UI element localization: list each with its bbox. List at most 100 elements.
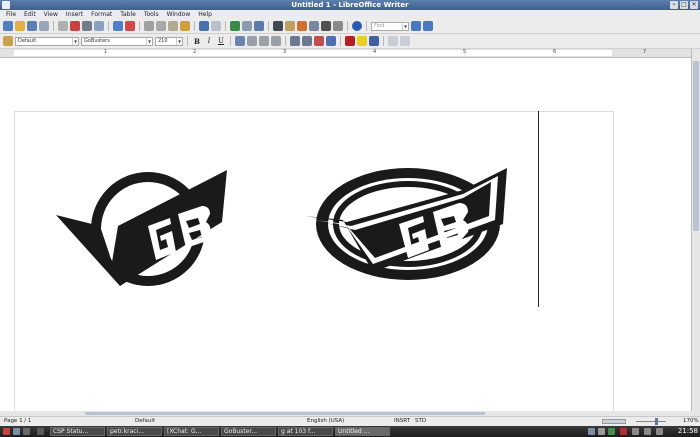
system-taskbar: CSP Statu... petr.kraci... [XChat: G... …	[0, 426, 700, 437]
vertical-scrollbar[interactable]	[691, 49, 700, 411]
menu-tools[interactable]: Tools	[140, 10, 163, 19]
save-icon[interactable]	[27, 21, 37, 31]
font-color-icon[interactable]	[345, 36, 355, 46]
menu-format[interactable]: Format	[87, 10, 116, 19]
zoom-slider[interactable]	[636, 421, 666, 422]
undo-icon[interactable]	[199, 21, 209, 31]
autospellcheck-icon[interactable]	[125, 21, 135, 31]
gobusters-logo-glyph	[56, 168, 230, 286]
cut-icon[interactable]	[144, 21, 154, 31]
view-layout-icon[interactable]	[602, 419, 626, 424]
close-button[interactable]: ✕	[690, 1, 698, 9]
workspace-icon[interactable]	[23, 428, 30, 435]
edit-file-icon[interactable]	[58, 21, 68, 31]
paragraph-ltr-icon[interactable]	[388, 36, 398, 46]
increase-indent-icon[interactable]	[326, 36, 336, 46]
clock[interactable]: 21:58	[678, 427, 698, 436]
menu-help[interactable]: Help	[194, 10, 216, 19]
battery-icon[interactable]	[608, 428, 615, 435]
selection-mode[interactable]: STD	[415, 417, 426, 426]
font-name-select[interactable]: GoBusters ▼	[81, 36, 153, 46]
send-email-icon[interactable]	[39, 21, 49, 31]
taskbar-task[interactable]: GoBuster...	[221, 427, 276, 436]
taskbar-task[interactable]: petr.kraci...	[107, 427, 162, 436]
bullets-icon[interactable]	[302, 36, 312, 46]
page-style[interactable]: Default	[135, 417, 155, 426]
find-next-icon[interactable]	[423, 21, 433, 31]
redo-icon[interactable]	[211, 21, 221, 31]
insert-mode[interactable]: INSRT	[394, 417, 410, 426]
document-canvas[interactable]	[0, 58, 691, 411]
navigator-icon[interactable]	[285, 21, 295, 31]
app-launcher-icon[interactable]	[3, 428, 10, 435]
table-icon[interactable]	[242, 21, 252, 31]
taskbar-task[interactable]: Untitled ...	[335, 427, 390, 436]
clone-formatting-icon[interactable]	[180, 21, 190, 31]
menu-file[interactable]: File	[2, 10, 20, 19]
minimize-button[interactable]: –	[670, 1, 678, 9]
taskbar-task[interactable]: [XChat: G...	[164, 427, 219, 436]
numbering-icon[interactable]	[290, 36, 300, 46]
open-folder-icon[interactable]	[15, 21, 25, 31]
export-pdf-icon[interactable]	[70, 21, 80, 31]
decrease-indent-icon[interactable]	[314, 36, 324, 46]
font-size-select[interactable]: 210 ▼	[155, 36, 183, 46]
formatting-marks-icon[interactable]	[321, 21, 331, 31]
align-right-icon[interactable]	[259, 36, 269, 46]
zoom-slider-handle[interactable]	[655, 418, 658, 425]
bold-button[interactable]: B	[192, 37, 202, 46]
zoom-icon[interactable]	[333, 21, 343, 31]
app-icon[interactable]	[2, 1, 10, 9]
hyperlink-icon[interactable]	[230, 21, 240, 31]
align-center-icon[interactable]	[247, 36, 257, 46]
maximize-button[interactable]: □	[680, 1, 688, 9]
menu-view[interactable]: View	[40, 10, 62, 19]
print-preview-icon[interactable]	[94, 21, 104, 31]
taskbar-task[interactable]: CSP Statu...	[50, 427, 105, 436]
title-bar: Untitled 1 - LibreOffice Writer – □ ✕	[0, 0, 700, 10]
align-left-icon[interactable]	[235, 36, 245, 46]
justify-icon[interactable]	[271, 36, 281, 46]
network-icon[interactable]	[588, 428, 595, 435]
ruler-mark: 4	[373, 49, 377, 55]
menu-window[interactable]: Window	[163, 10, 195, 19]
help-icon[interactable]	[352, 21, 362, 31]
text-language[interactable]: English (USA)	[307, 417, 344, 426]
new-document-icon[interactable]	[3, 21, 13, 31]
taskbar-task[interactable]: g at 103 f...	[278, 427, 333, 436]
volume-icon[interactable]	[598, 428, 605, 435]
background-color-icon[interactable]	[369, 36, 379, 46]
find-previous-icon[interactable]	[411, 21, 421, 31]
highlighting-icon[interactable]	[357, 36, 367, 46]
spellcheck-icon[interactable]	[113, 21, 123, 31]
paragraph-style-select[interactable]: Default ▼	[15, 36, 79, 46]
ruler-mark: 5	[463, 49, 467, 55]
notification-icon[interactable]	[656, 428, 663, 435]
horizontal-ruler[interactable]: 1 2 3 4 5 6 7	[0, 49, 700, 58]
paste-icon[interactable]	[168, 21, 178, 31]
workspace-switcher-icon[interactable]	[37, 428, 44, 435]
italic-button[interactable]: I	[204, 37, 214, 45]
status-bar: Page 1 / 1 Default English (USA) INSRT S…	[0, 416, 700, 426]
menu-table[interactable]: Table	[116, 10, 140, 19]
print-icon[interactable]	[82, 21, 92, 31]
zoom-level[interactable]: 170%	[683, 417, 699, 426]
updates-icon[interactable]	[644, 428, 651, 435]
clipboard-icon[interactable]	[632, 428, 639, 435]
menu-edit[interactable]: Edit	[20, 10, 40, 19]
keyboard-layout-flag-icon[interactable]	[620, 428, 627, 435]
horizontal-scroll-thumb[interactable]	[85, 412, 485, 415]
find-replace-icon[interactable]	[273, 21, 283, 31]
find-input[interactable]: Find ▼	[371, 21, 409, 31]
vertical-scroll-thumb[interactable]	[693, 61, 699, 231]
menu-insert[interactable]: Insert	[62, 10, 87, 19]
paragraph-rtl-icon[interactable]	[400, 36, 410, 46]
gallery-icon[interactable]	[297, 21, 307, 31]
underline-button[interactable]: U	[216, 37, 226, 45]
styles-formatting-icon[interactable]	[3, 36, 13, 46]
show-desktop-icon[interactable]	[13, 428, 20, 435]
copy-icon[interactable]	[156, 21, 166, 31]
show-draw-functions-icon[interactable]	[254, 21, 264, 31]
data-sources-icon[interactable]	[309, 21, 319, 31]
text-cursor	[538, 111, 539, 307]
